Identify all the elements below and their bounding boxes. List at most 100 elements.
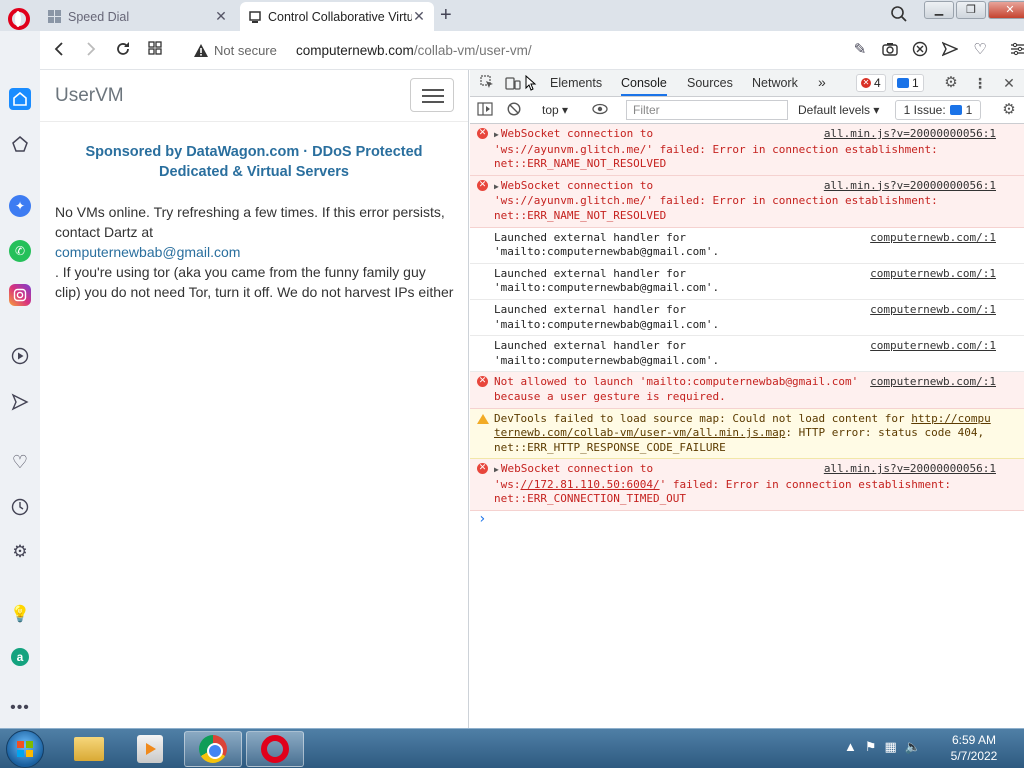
expand-triangle-icon[interactable]: ▶ (494, 465, 499, 474)
url-field[interactable]: computernewb.com/collab-vm/user-vm/ (296, 43, 532, 58)
error-icon: ✕ (861, 78, 871, 88)
message-source-link[interactable]: computernewb.com/:1 (870, 375, 996, 390)
camera-icon[interactable] (882, 41, 898, 59)
block-icon[interactable] (912, 41, 928, 59)
console-message[interactable]: computernewb.com/:1 Launched external ha… (470, 299, 1024, 337)
history-icon[interactable] (9, 496, 31, 518)
start-button[interactable] (6, 730, 44, 768)
message-source-link[interactable]: computernewb.com/:1 (870, 339, 996, 354)
close-tab-icon[interactable]: ✕ (214, 8, 228, 25)
devtools-menu-icon[interactable]: ⋮ (972, 75, 988, 91)
minimize-icon[interactable]: ▁ (924, 1, 954, 19)
message-source-link[interactable]: all.min.js?v=20000000056:1 (824, 462, 996, 477)
devtools-close-icon[interactable]: ✕ (1001, 75, 1017, 91)
more-tabs-icon[interactable]: » (818, 74, 826, 90)
console-prompt[interactable]: › (470, 511, 1024, 531)
pinboard-heart-icon[interactable]: ♡ (9, 451, 31, 473)
send-icon[interactable] (941, 41, 959, 59)
message-source-link[interactable]: all.min.js?v=20000000056:1 (824, 127, 996, 142)
tab-elements[interactable]: Elements (550, 76, 602, 90)
message-text: Launched external handler for 'mailto:co… (494, 302, 720, 331)
tab-title: Speed Dial (68, 9, 130, 24)
message-source-link[interactable]: all.min.js?v=20000000056:1 (824, 179, 996, 194)
bookmarks-icon[interactable] (9, 133, 31, 155)
console-message[interactable]: computernewb.com/:1 Launched external ha… (470, 227, 1024, 264)
console-message[interactable]: computernewb.com/:1 Launched external ha… (470, 336, 1024, 373)
inspect-element-icon[interactable] (479, 75, 495, 91)
live-expression-eye-icon[interactable] (592, 102, 608, 118)
reload-icon[interactable] (114, 41, 132, 59)
devtools-settings-icon[interactable]: ⚙ (943, 75, 959, 91)
devtools-tabbar: Elements Console Sources Network » ✕ 4 1… (470, 70, 1024, 97)
expand-triangle-icon[interactable]: ▶ (494, 182, 499, 191)
log-levels-dropdown[interactable]: Default levels ▾ (798, 103, 879, 117)
tab-control-collaborative[interactable]: Control Collaborative Virtu ✕ (240, 2, 434, 31)
message-count-badge[interactable]: 1 (892, 74, 924, 92)
volume-icon[interactable]: 🔈 (905, 739, 921, 755)
console-message[interactable]: ✕ all.min.js?v=20000000056:1 ▶ WebSocket … (470, 124, 1024, 176)
tips-bulb-icon[interactable]: 💡 (9, 603, 31, 625)
console-message[interactable]: ✕ all.min.js?v=20000000056:1 ▶ WebSocket … (470, 175, 1024, 228)
clear-console-icon[interactable] (506, 102, 522, 118)
message-text: Launched external handler for 'mailto:co… (494, 339, 720, 367)
tab-sources[interactable]: Sources (687, 76, 733, 90)
tab-console[interactable]: Console (621, 76, 667, 96)
whatsapp-icon[interactable]: ✆ (9, 240, 31, 262)
back-icon[interactable] (50, 41, 68, 59)
console-message[interactable]: computernewb.com/:1 Launched external ha… (470, 263, 1024, 300)
message-source-link[interactable]: computernewb.com/:1 (870, 267, 996, 282)
console-message[interactable]: ✕ all.min.js?v=20000000056:1 ▶ WebSocket … (470, 459, 1024, 512)
console-message[interactable]: DevTools failed to load source map: Coul… (470, 408, 1024, 460)
sponsor-link[interactable]: Sponsored by DataWagon.com · DDoS Protec… (54, 142, 454, 182)
message-source-link[interactable]: computernewb.com/:1 (870, 303, 996, 318)
sidebar-toggle-icon[interactable] (477, 102, 493, 118)
tab-speed-dial[interactable]: Speed Dial ✕ (40, 2, 236, 31)
expand-triangle-icon[interactable]: ▶ (494, 130, 499, 139)
show-hidden-icons-icon[interactable]: ▲ (844, 739, 857, 755)
taskbar-explorer[interactable] (60, 731, 118, 767)
warning-icon (194, 44, 208, 57)
instagram-icon[interactable] (9, 284, 31, 306)
more-icon[interactable]: ••• (9, 697, 31, 719)
flow-icon[interactable] (9, 391, 31, 413)
easy-setup-icon[interactable] (1010, 41, 1024, 59)
taskbar-clock[interactable]: 6:59 AM 5/7/2022 (944, 732, 1004, 764)
home-icon[interactable] (9, 88, 31, 110)
media-player-icon (137, 735, 163, 763)
opera-menu-icon[interactable] (8, 8, 30, 30)
console-messages: ✕ all.min.js?v=20000000056:1 ▶ WebSocket … (470, 124, 1024, 531)
security-indicator[interactable]: Not secure (194, 43, 277, 58)
folder-icon (74, 737, 104, 761)
forward-icon[interactable] (82, 41, 100, 59)
tabs-grid-icon[interactable] (146, 41, 164, 59)
tab-network[interactable]: Network (752, 76, 798, 90)
close-tab-icon[interactable]: ✕ (412, 8, 426, 25)
message-source-link[interactable]: computernewb.com/:1 (870, 231, 996, 246)
device-toolbar-icon[interactable] (505, 75, 521, 91)
messenger-icon[interactable]: ✦ (9, 195, 31, 217)
console-message[interactable]: ✕ computernewb.com/:1 Not allowed to lau… (470, 372, 1024, 409)
maximize-icon[interactable]: ❐ (956, 1, 986, 19)
heart-icon[interactable]: ♡ (972, 41, 988, 59)
taskbar-chrome[interactable] (184, 731, 242, 767)
settings-icon[interactable]: ⚙ (9, 541, 31, 563)
window-close-icon[interactable]: ✕ (988, 1, 1024, 19)
new-tab-icon[interactable]: + (440, 4, 452, 27)
console-settings-icon[interactable]: ⚙ (1001, 102, 1017, 118)
taskbar-opera[interactable] (246, 731, 304, 767)
issues-button[interactable]: 1 Issue: 1 (895, 100, 981, 120)
aria-icon[interactable]: a (11, 648, 29, 666)
taskbar-media-player[interactable] (121, 731, 179, 767)
email-link[interactable]: computernewbab@gmail.com (55, 242, 454, 262)
websocket-link[interactable]: //172.81.110.50:6004/ (521, 478, 660, 491)
context-selector[interactable]: top ▾ (542, 103, 568, 117)
error-count-badge[interactable]: ✕ 4 (856, 74, 886, 92)
tab-search-icon[interactable] (890, 5, 908, 26)
console-filter-input[interactable]: Filter (626, 100, 788, 120)
player-icon[interactable] (9, 345, 31, 367)
action-center-flag-icon[interactable]: ⚑ (865, 739, 877, 755)
edit-icon[interactable]: ✎ (852, 41, 868, 59)
navbar-toggler-button[interactable] (410, 78, 454, 112)
network-icon[interactable]: ▦ (885, 739, 897, 755)
navbar-brand[interactable]: UserVM (55, 85, 124, 107)
